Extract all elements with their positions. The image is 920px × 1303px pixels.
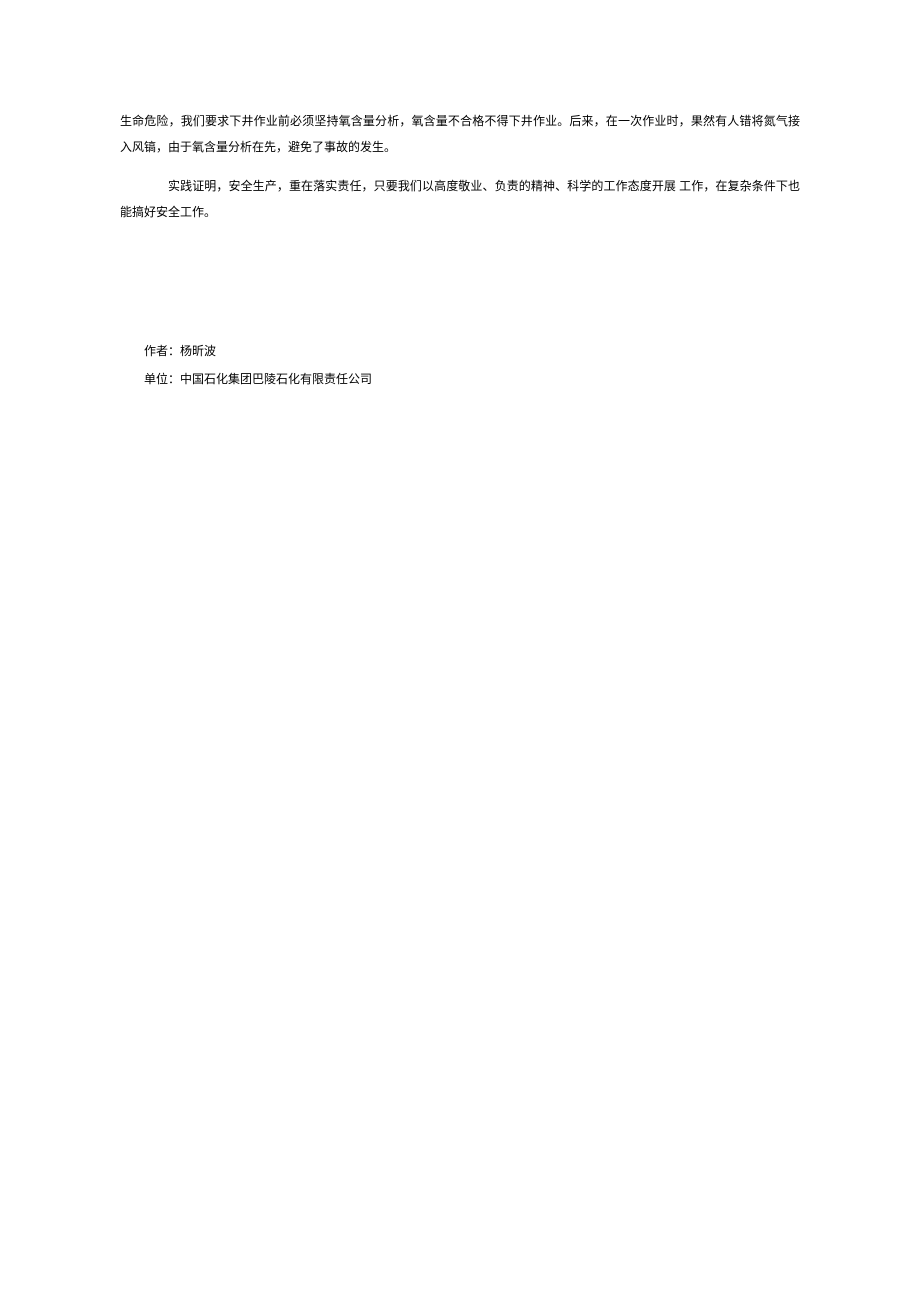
- author-label: 作者：: [144, 344, 180, 358]
- unit-line: 单位：中国石化集团巴陵石化有限责任公司: [120, 366, 800, 392]
- unit-label: 单位：: [144, 372, 180, 386]
- unit-name: 中国石化集团巴陵石化有限责任公司: [180, 372, 372, 386]
- paragraph-text: 生命危险，我们要求下井作业前必须坚持氧含量分析，氧含量不合格不得下井作业。后来，…: [120, 114, 800, 154]
- spacer: [120, 230, 800, 338]
- paragraph-text: 实践证明，安全生产，重在落实责任，只要我们以高度敬业、负责的精神、科学的工作态度…: [120, 179, 800, 219]
- author-name: 杨昕波: [180, 344, 216, 358]
- body-paragraph-1: 生命危险，我们要求下井作业前必须坚持氧含量分析，氧含量不合格不得下井作业。后来，…: [120, 108, 800, 161]
- author-line: 作者：杨昕波: [120, 338, 800, 364]
- body-paragraph-2: 实践证明，安全生产，重在落实责任，只要我们以高度敬业、负责的精神、科学的工作态度…: [120, 173, 800, 226]
